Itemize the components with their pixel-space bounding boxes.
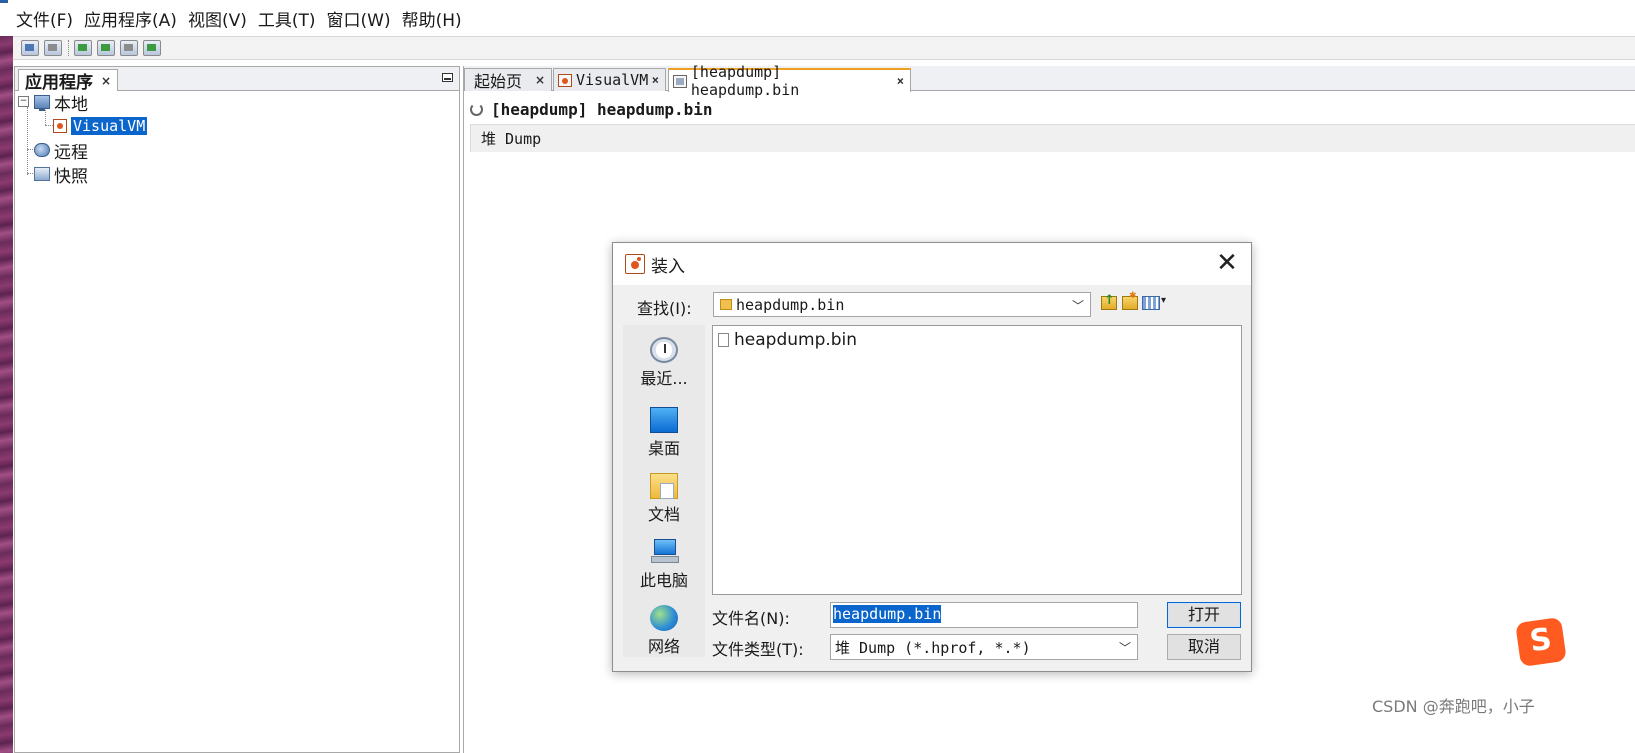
tree-node-visualvm[interactable]: VisualVM xyxy=(53,115,148,137)
place-network[interactable]: 网络 xyxy=(623,605,705,657)
add-remote-host-icon[interactable] xyxy=(97,40,115,56)
file-list[interactable]: heapdump.bin xyxy=(712,325,1242,595)
close-icon[interactable]: × xyxy=(652,73,659,87)
place-network-label: 网络 xyxy=(647,637,680,656)
tree-node-snapshots[interactable]: 快照 xyxy=(34,163,88,187)
dialog-title: 装入 xyxy=(651,256,685,277)
filetype-label: 文件类型(T): xyxy=(712,640,804,659)
desktop-background xyxy=(0,36,13,753)
tree-node-visualvm-label: VisualVM xyxy=(71,117,148,135)
close-icon[interactable]: × xyxy=(101,74,111,88)
look-in-combobox[interactable]: heapdump.bin ﹀ xyxy=(713,292,1091,317)
sogou-input-icon[interactable]: S xyxy=(1515,617,1567,667)
menu-view[interactable]: 视图(V) xyxy=(188,6,247,31)
list-item[interactable]: heapdump.bin xyxy=(718,330,857,350)
visualvm-app-icon xyxy=(625,254,645,274)
remote-host-icon xyxy=(34,143,50,157)
tree-node-local[interactable]: 本地 xyxy=(34,91,88,115)
place-recent[interactable]: 最近... xyxy=(623,337,705,389)
tab-start-page-label: 起始页 xyxy=(474,72,523,91)
menu-tools[interactable]: 工具(T) xyxy=(258,6,316,31)
collapse-toggle[interactable]: − xyxy=(18,96,29,107)
tab-visualvm[interactable]: VisualVM × xyxy=(553,68,666,91)
applications-tabbar: 应用程序 × xyxy=(15,67,459,93)
applications-panel: 应用程序 × − 本地 VisualVM 远程 快照 xyxy=(14,66,460,753)
tree-node-snapshots-label: 快照 xyxy=(54,166,88,187)
tree-node-remote[interactable]: 远程 xyxy=(34,139,88,163)
filetype-combobox[interactable]: 堆 Dump (*.hprof, *.*) ﹀ xyxy=(830,634,1138,660)
chevron-down-icon[interactable]: ﹀ xyxy=(1072,297,1084,314)
menu-file[interactable]: 文件(F) xyxy=(16,6,73,31)
desktop-icon xyxy=(650,407,678,433)
minimize-icon[interactable] xyxy=(442,73,453,82)
toolbar-separator xyxy=(68,40,69,56)
look-in-label: 查找(I): xyxy=(637,299,692,318)
visualvm-app-icon xyxy=(558,73,572,87)
network-globe-icon xyxy=(650,605,678,631)
load-dialog: 装入 ✕ 查找(I): heapdump.bin ﹀ 最近... 桌面 文档 此… xyxy=(612,242,1252,672)
place-this-pc[interactable]: 此电脑 xyxy=(623,539,705,591)
menu-applications[interactable]: 应用程序(A) xyxy=(84,6,177,31)
computer-icon xyxy=(34,95,50,111)
tab-applications[interactable]: 应用程序 × xyxy=(18,69,119,93)
window-corner xyxy=(0,0,13,36)
places-bar: 最近... 桌面 文档 此电脑 网络 xyxy=(623,325,705,657)
up-folder-icon[interactable] xyxy=(1101,293,1117,310)
view-menu-icon[interactable] xyxy=(1142,295,1166,310)
tree-node-local-label: 本地 xyxy=(54,94,88,115)
close-icon[interactable]: × xyxy=(897,74,904,88)
filename-label: 文件名(N): xyxy=(712,609,790,628)
save-icon[interactable] xyxy=(44,40,62,56)
load-snapshot-icon[interactable] xyxy=(21,40,39,56)
add-coredump-icon[interactable] xyxy=(120,40,138,56)
heap-dump-subtab-bar: 堆 Dump xyxy=(470,124,1635,152)
open-button[interactable]: 打开 xyxy=(1167,602,1241,628)
place-desktop-label: 桌面 xyxy=(647,439,680,458)
folder-icon xyxy=(720,299,732,310)
toolbar xyxy=(13,36,1635,60)
document-title: [heapdump] heapdump.bin xyxy=(470,100,713,119)
place-this-pc-label: 此电脑 xyxy=(639,571,688,590)
dialog-titlebar[interactable]: 装入 ✕ xyxy=(613,243,1251,285)
place-documents-label: 文档 xyxy=(647,505,680,524)
place-recent-label: 最近... xyxy=(640,369,688,388)
chevron-down-icon[interactable]: ﹀ xyxy=(1119,639,1131,656)
close-icon[interactable]: ✕ xyxy=(1215,250,1239,276)
recent-clock-icon xyxy=(650,337,678,363)
documents-folder-icon xyxy=(650,473,678,499)
editor-tabbar: 起始页 × VisualVM × [heapdump] heapdump.bin… xyxy=(464,63,1635,99)
tree-line xyxy=(45,125,53,126)
heapdump-icon xyxy=(673,74,687,88)
loading-spinner-icon xyxy=(470,103,483,116)
close-icon[interactable]: × xyxy=(535,73,545,87)
cancel-button[interactable]: 取消 xyxy=(1167,634,1241,660)
file-name: heapdump.bin xyxy=(734,330,858,350)
place-documents[interactable]: 文档 xyxy=(623,473,705,525)
tab-visualvm-label: VisualVM xyxy=(576,71,649,89)
snapshot-icon xyxy=(34,167,50,181)
menu-help[interactable]: 帮助(H) xyxy=(402,6,462,31)
tree-node-remote-label: 远程 xyxy=(54,142,88,163)
this-pc-icon xyxy=(650,539,679,565)
new-folder-icon[interactable] xyxy=(1122,291,1138,310)
watermark: CSDN @奔跑吧，小子 xyxy=(1372,697,1535,716)
file-icon xyxy=(718,333,729,347)
menu-window[interactable]: 窗口(W) xyxy=(327,6,391,31)
menubar: 文件(F) 应用程序(A) 视图(V) 工具(T) 窗口(W) 帮助(H) xyxy=(13,0,1635,36)
filetype-value: 堆 Dump (*.hprof, *.*) xyxy=(835,638,1031,657)
tab-heapdump-label: [heapdump] heapdump.bin xyxy=(690,63,800,99)
document-title-text: [heapdump] heapdump.bin xyxy=(491,100,713,119)
add-snapshot-icon[interactable] xyxy=(143,40,161,56)
visualvm-app-icon xyxy=(53,119,67,133)
filename-field[interactable]: heapdump.bin xyxy=(830,602,1138,628)
tab-start-page[interactable]: 起始页 × xyxy=(464,68,552,91)
tab-heapdump[interactable]: [heapdump] heapdump.bin × xyxy=(668,63,911,99)
filename-value: heapdump.bin xyxy=(833,605,942,623)
subtab-heap-dump[interactable]: 堆 Dump xyxy=(481,128,541,149)
add-jmx-connection-icon[interactable] xyxy=(74,40,92,56)
look-in-value: heapdump.bin xyxy=(736,295,845,314)
tree-line xyxy=(27,107,28,175)
place-desktop[interactable]: 桌面 xyxy=(623,407,705,459)
